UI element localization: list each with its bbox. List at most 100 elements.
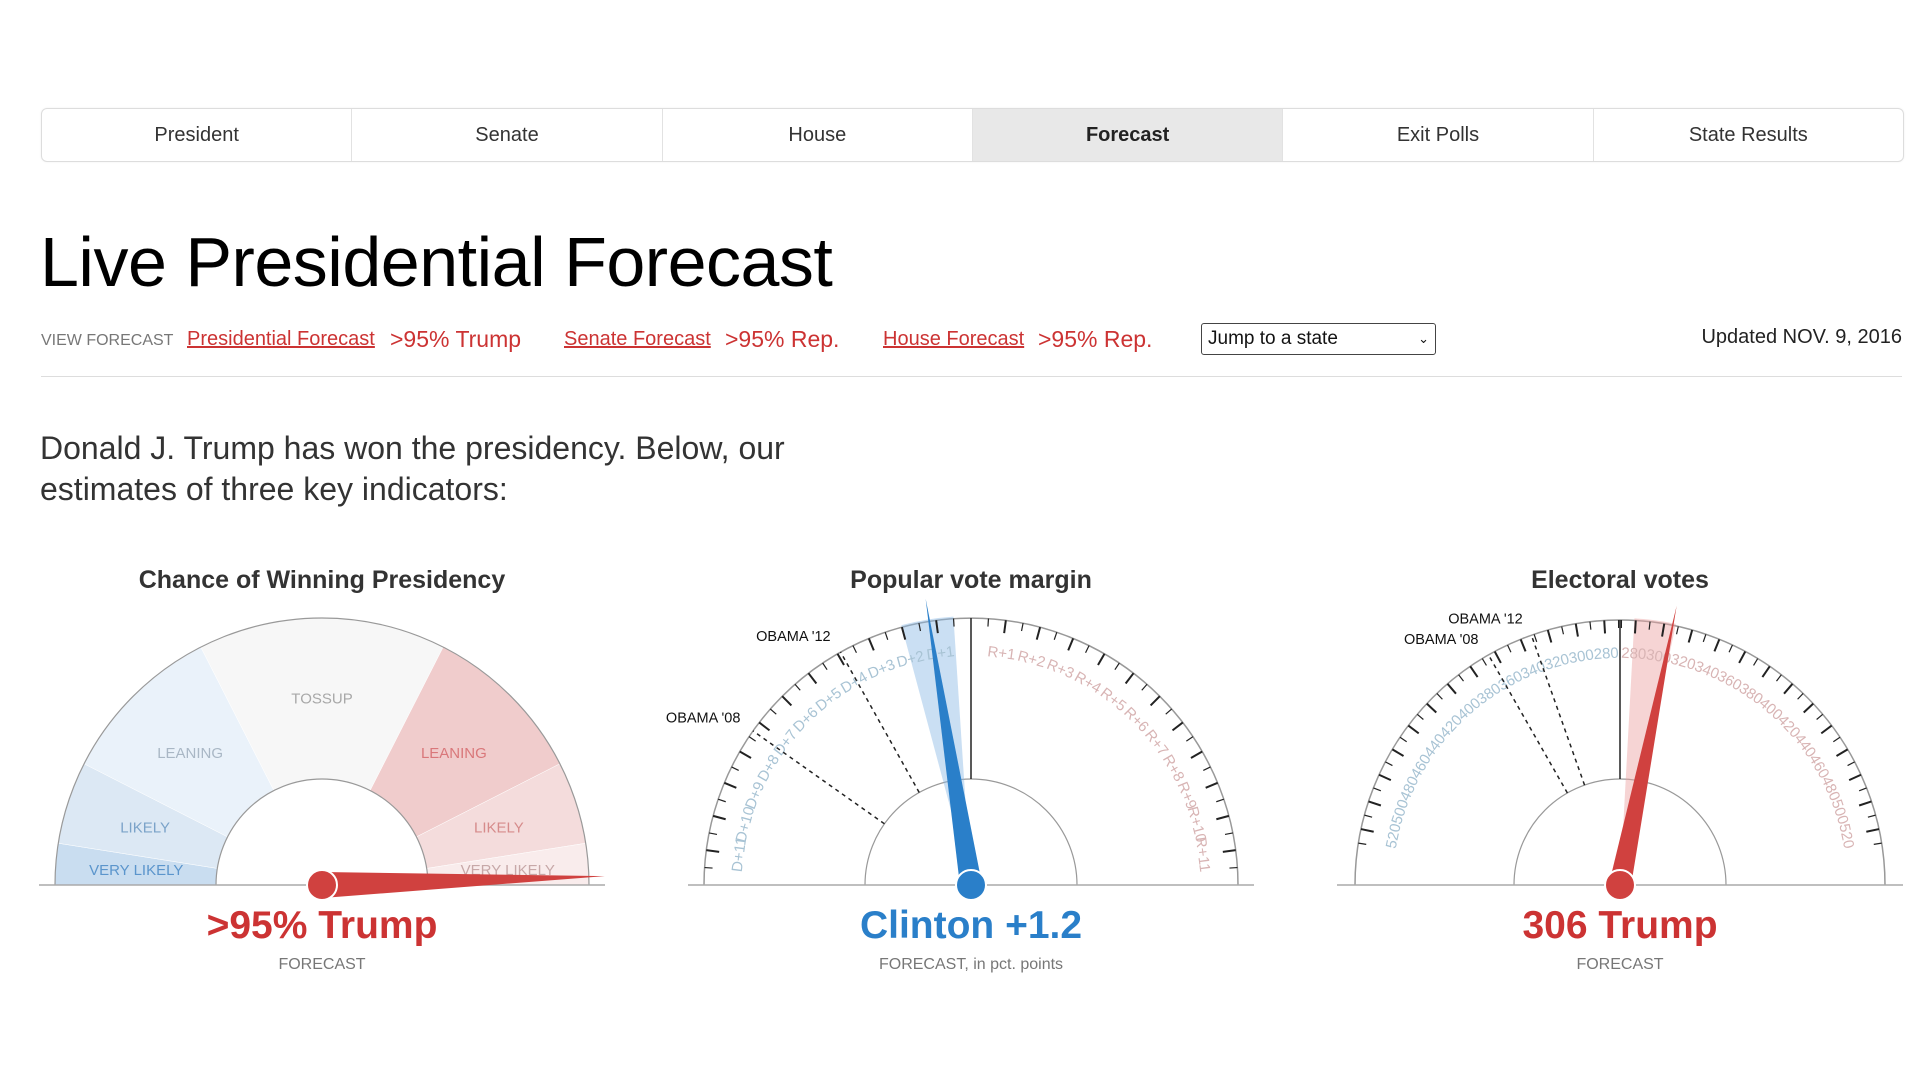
gauge-tick	[1378, 773, 1392, 782]
tick-label: R+11	[1192, 836, 1213, 873]
gauge-tick	[836, 653, 845, 666]
gauge-tick	[1373, 787, 1382, 792]
gauge-tick	[1171, 721, 1184, 732]
gauge-tick	[1205, 781, 1219, 789]
gauge-tick	[758, 721, 771, 732]
gauge-tick	[1858, 787, 1867, 792]
gauge-tick	[1753, 658, 1759, 666]
gauge-tick	[1713, 638, 1721, 652]
band-label: LIKELY	[120, 820, 170, 837]
gauge-tick	[1035, 626, 1042, 640]
gauge-tick	[1783, 683, 1794, 695]
tick-label: R+2	[1016, 648, 1047, 672]
tick-label: R+3	[1044, 656, 1076, 682]
gauge-tick	[1003, 620, 1007, 634]
tick-label: R+4	[1071, 668, 1104, 697]
tick-label: D+9	[742, 779, 768, 811]
gauge-tick	[1835, 748, 1849, 757]
gauge-tick	[1186, 736, 1194, 742]
gauge-tick	[1224, 832, 1233, 836]
gauge-tick	[1873, 842, 1882, 845]
gauge-tick	[1738, 651, 1747, 664]
gauge-tick	[1368, 800, 1382, 807]
gauge-tick	[822, 662, 828, 670]
gauge-tick	[1797, 693, 1804, 700]
reference-label: OBAMA '08	[1404, 632, 1479, 648]
gauge-tick	[1519, 638, 1527, 652]
gauge-tick	[1458, 674, 1464, 682]
gauge-tick	[769, 708, 777, 715]
gauge-tick	[1866, 828, 1880, 833]
gauge-tick	[1085, 645, 1090, 653]
band-label: LEANING	[157, 745, 223, 762]
gauge-tick	[1847, 761, 1855, 767]
gauge-tick	[739, 750, 752, 759]
gauge-tick	[1469, 665, 1479, 678]
gauge-tick	[1067, 637, 1075, 651]
tick-label: R+7	[1141, 727, 1171, 760]
tick-label: D+1	[926, 643, 956, 664]
popular-vote-needle-hub	[955, 869, 987, 901]
gauge-tick	[1507, 644, 1512, 653]
chance-needle-hub	[306, 869, 338, 901]
gauge-tick	[1481, 658, 1487, 666]
band-label: LEANING	[421, 745, 487, 762]
gauge-tick	[723, 781, 737, 789]
gauge-tick	[1216, 814, 1230, 821]
gauge-tick	[731, 766, 739, 771]
gauge-tick	[748, 736, 756, 742]
gauge-tick	[1858, 800, 1872, 807]
gauge-tick	[1114, 662, 1120, 670]
electoral-needle-hub	[1604, 869, 1636, 901]
gauge-tick	[781, 695, 793, 707]
tick-label: 280	[1621, 645, 1647, 663]
gauge-tick	[706, 849, 720, 853]
gauge-tick	[807, 672, 818, 685]
gauges-svg: VERY LIKELY LIKELY LEANING TOSSUP LEANING LIK…	[39, 598, 1903, 901]
gauge-tick	[852, 645, 857, 653]
gauge-tick	[794, 683, 801, 691]
gauge-tick	[1848, 773, 1862, 782]
tick-label: D+8	[754, 752, 783, 785]
gauge-tick	[1364, 814, 1373, 818]
gauge-tick	[867, 637, 875, 651]
tick-label: 300	[1568, 646, 1596, 667]
gauge-tick	[1203, 766, 1211, 771]
gauge-tick	[1222, 849, 1236, 853]
tick-label: D+3	[865, 656, 897, 682]
gauge-tick	[1574, 623, 1579, 637]
gauge-tick	[1816, 713, 1824, 720]
gauge-tick	[1229, 866, 1238, 869]
gauge-tick	[1385, 761, 1393, 767]
gauge-tick	[1416, 713, 1424, 720]
gauge-tick	[987, 618, 990, 627]
gauge-tick	[1546, 629, 1553, 643]
gauge-tick	[1216, 798, 1225, 803]
gauge-tick	[1561, 626, 1565, 635]
gauge-tick	[717, 798, 726, 803]
gauge-tick	[1493, 651, 1502, 664]
gauge-tick	[1589, 621, 1592, 630]
gauge-tick	[709, 832, 718, 836]
gauge-tick	[712, 814, 726, 821]
tick-label: R+1	[987, 643, 1017, 664]
gauge-tick	[1407, 724, 1420, 735]
gauge-tick	[1399, 736, 1407, 743]
tick-label: D+5	[813, 684, 846, 714]
gauge-tick	[704, 866, 713, 869]
tick-label: 520	[1383, 822, 1405, 850]
gauge-tick	[1675, 626, 1679, 635]
gauge-tick	[1803, 702, 1814, 714]
gauge-tick	[884, 631, 889, 640]
gauge-tick	[1391, 748, 1405, 757]
band-label: VERY LIKELY	[89, 862, 183, 879]
gauge-tick	[1867, 814, 1876, 818]
gauge-tick	[1702, 634, 1707, 643]
gauge-tick	[1776, 674, 1782, 682]
gauge-tick	[1436, 693, 1443, 700]
tick-label: 500	[1388, 797, 1412, 826]
band-label: LIKELY	[474, 820, 524, 837]
band-label: TOSSUP	[291, 691, 352, 708]
tick-label: 320	[1543, 651, 1572, 674]
tick-label: D+4	[838, 668, 871, 697]
